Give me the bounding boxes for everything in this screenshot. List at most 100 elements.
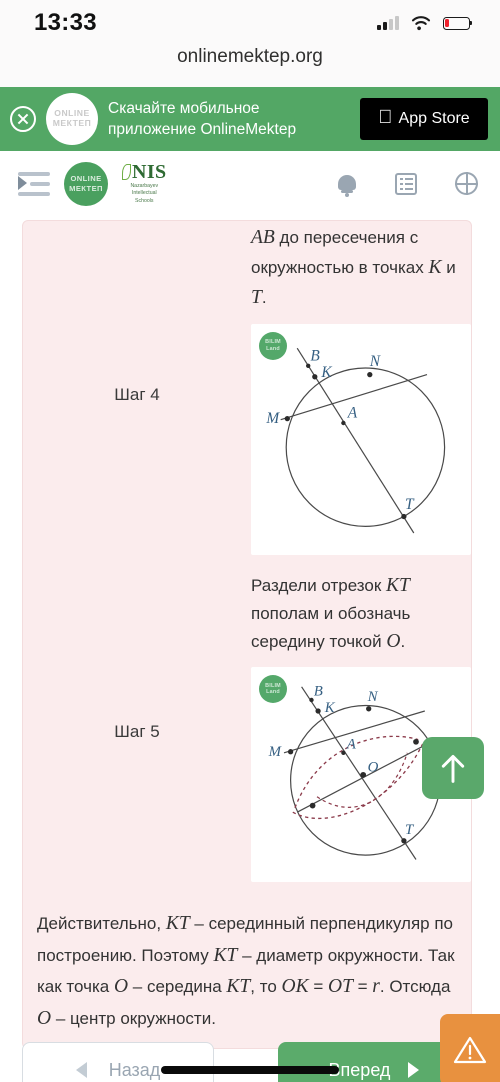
- globe-icon[interactable]: [455, 172, 478, 195]
- navbar-actions: [337, 172, 478, 197]
- text-1: Раздели отрезок: [251, 575, 387, 595]
- c-m5: OK: [281, 976, 309, 998]
- text-1: до пересечения с окружностью в точках: [251, 228, 429, 278]
- watermark-line-2: Land: [266, 689, 280, 696]
- step4-continuation-text: AB до пересечения с окружностью в точках…: [251, 221, 471, 324]
- navbar-logo-line-2: МЕКТЕП: [69, 183, 103, 193]
- c-t4: – середина: [128, 977, 227, 997]
- app-install-banner: ONLINE МЕКТЕП Скачайте мобильное приложе…: [0, 87, 500, 151]
- url-text: onlinemektep.org: [177, 46, 323, 67]
- report-problem-button[interactable]: [440, 1014, 500, 1082]
- circle-secant-diagram: BILIM Land B K N M A T: [251, 323, 471, 555]
- step-body-cell: AB до пересечения с окружностью в точках…: [251, 221, 471, 569]
- phone-screen: 13:33 onlinemektep.org ONLINE МЕКТЕП Ска…: [0, 0, 500, 1082]
- site-navbar: ONLINE МЕКТЕП NIS Nazarbayev Intellectua…: [0, 151, 500, 216]
- c-m6: OT: [327, 976, 353, 998]
- label-N: N: [367, 690, 379, 706]
- label-M: M: [265, 410, 280, 427]
- c-t8: . Отсюда: [379, 977, 451, 997]
- step-label: Шаг 4: [114, 384, 160, 404]
- back-button[interactable]: Назад: [22, 1042, 214, 1082]
- text-2: и: [441, 258, 456, 278]
- leaf-icon: [122, 163, 131, 180]
- list-icon[interactable]: [395, 172, 417, 195]
- c-m4: KT: [226, 976, 251, 998]
- back-label: Назад: [108, 1059, 161, 1080]
- warning-triangle-icon: [453, 1036, 487, 1064]
- c-t7: =: [352, 977, 373, 997]
- arrow-left-icon: [75, 1062, 87, 1078]
- watermark-line-1: BILIM: [265, 682, 281, 689]
- lesson-content: Шаг 4 AB до пересечения с окружностью в …: [0, 216, 500, 1082]
- nis-sub-line-3: Schools: [135, 197, 154, 204]
- label-A: A: [346, 737, 357, 753]
- step-body-cell: Раздели отрезок KT пополам и обозначь се…: [251, 569, 471, 896]
- diagram-step4-svg: B K N M A T: [265, 347, 446, 533]
- app-store-label: App Store: [391, 110, 470, 127]
- math-o: O: [386, 631, 401, 653]
- label-K: K: [324, 701, 336, 717]
- watermark-line-1: BILIM: [265, 338, 281, 345]
- text-3: .: [400, 632, 406, 652]
- step-label: Шаг 5: [114, 722, 160, 742]
- label-T: T: [405, 495, 415, 512]
- menu-collapse-icon[interactable]: [18, 171, 50, 196]
- apple-icon: : [378, 108, 392, 127]
- table-row: Шаг 4 AB до пересечения с окружностью в …: [23, 221, 471, 569]
- nis-title: NIS: [132, 160, 167, 183]
- nis-logo: NIS Nazarbayev Intellectual Schools: [122, 162, 167, 206]
- label-N: N: [369, 352, 381, 369]
- label-A: A: [347, 404, 358, 421]
- battery-low-icon: [443, 16, 473, 30]
- cellular-signal-icon: [377, 16, 399, 30]
- label-B: B: [314, 684, 323, 700]
- nis-sub-line-1: Nazarbayev: [130, 182, 159, 189]
- logo-line-2: МЕКТЕП: [52, 118, 92, 128]
- label-O: O: [368, 760, 379, 776]
- watermark-line-2: Land: [266, 345, 280, 352]
- label-K: K: [320, 363, 332, 380]
- steps-table: Шаг 4 AB до пересечения с окружностью в …: [23, 221, 471, 896]
- scroll-to-top-button[interactable]: [422, 737, 484, 799]
- status-bar: 13:33: [0, 0, 500, 46]
- math-k: K: [428, 257, 442, 279]
- navbar-logo-line-1: ONLINE: [70, 174, 102, 184]
- step-label-cell: Шаг 4: [23, 221, 251, 569]
- text-3: .: [261, 288, 267, 308]
- c-m1: KT: [165, 912, 190, 934]
- banner-text-line-2: приложение OnlineMektep: [108, 121, 297, 138]
- math-t: T: [251, 287, 262, 309]
- navbar-onlinemektep-logo[interactable]: ONLINE МЕКТЕП: [64, 161, 108, 206]
- c-t1: Действительно,: [37, 913, 166, 933]
- c-m7: r: [372, 976, 380, 998]
- step5-instruction-text: Раздели отрезок KT пополам и обозначь се…: [251, 569, 471, 668]
- lesson-bottom-bar: Назад Вперед: [0, 1014, 500, 1082]
- banner-text: Скачайте мобильное приложение OnlineMekt…: [108, 98, 350, 141]
- conclusion-text: Действительно, KT – серединный перпендик…: [23, 896, 471, 1048]
- bell-icon[interactable]: [337, 173, 357, 197]
- bilimland-watermark: BILIM Land: [259, 331, 287, 360]
- c-m8: O: [37, 1007, 52, 1029]
- lesson-card: Шаг 4 AB до пересечения с окружностью в …: [22, 220, 472, 1050]
- home-indicator: [161, 1066, 339, 1074]
- browser-url-bar[interactable]: onlinemektep.org: [0, 46, 500, 87]
- label-T: T: [405, 823, 415, 839]
- status-time: 13:33: [34, 9, 97, 36]
- arrow-right-icon: [408, 1062, 420, 1078]
- wifi-icon: [411, 16, 431, 31]
- nis-sub-line-2: Intellectual: [131, 190, 157, 197]
- c-m2: KT: [213, 944, 238, 966]
- c-t9: – центр окружности.: [51, 1008, 216, 1028]
- c-m3: O: [113, 976, 129, 998]
- arrow-up-icon: [441, 755, 465, 783]
- banner-text-line-1: Скачайте мобильное: [108, 99, 260, 117]
- label-M: M: [268, 745, 283, 761]
- math-ab: AB: [251, 227, 275, 248]
- table-row: Шаг 5 Раздели отрезок KT пополам и обозн…: [23, 569, 471, 896]
- c-t6: =: [308, 977, 328, 997]
- label-B: B: [310, 347, 320, 364]
- app-store-button[interactable]:  App Store: [360, 98, 488, 140]
- close-icon[interactable]: [10, 106, 36, 132]
- step-label-cell: Шаг 5: [23, 569, 251, 896]
- math-kt: KT: [386, 574, 410, 596]
